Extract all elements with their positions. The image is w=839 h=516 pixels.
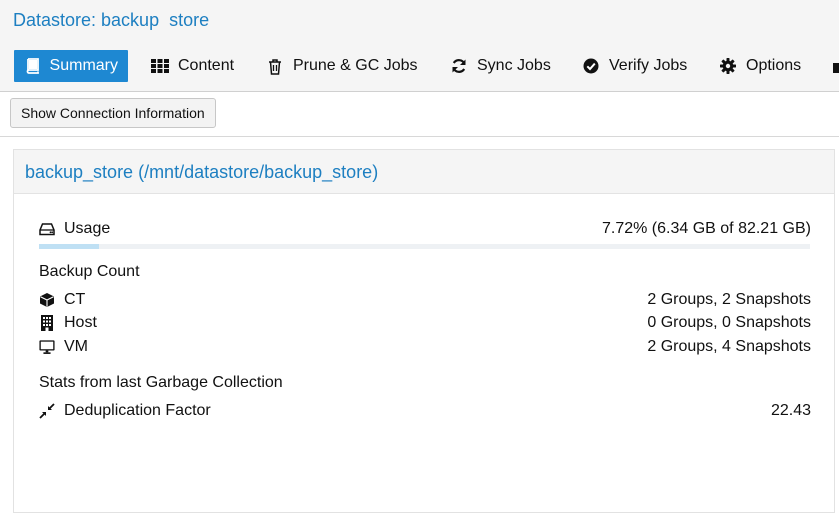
cube-icon: [39, 292, 55, 308]
grid-icon: [151, 57, 169, 75]
page-title: Datastore: backup store: [13, 10, 210, 30]
backup-count-row-ct: CT 2 Groups, 2 Snapshots: [39, 291, 811, 309]
toolbar: Show Connection Information: [0, 92, 839, 137]
tab-verify-jobs[interactable]: Verify Jobs: [582, 50, 687, 82]
tab-summary[interactable]: Summary: [14, 50, 128, 82]
dedup-factor-value: 22.43: [770, 402, 811, 419]
tab-options[interactable]: Options: [719, 50, 801, 82]
tab-sync-jobs-label: Sync Jobs: [477, 57, 551, 74]
check-circle-icon: [582, 57, 600, 75]
usage-progress-fill: [39, 244, 99, 249]
header: Datastore: backup store Summary Content …: [0, 0, 839, 92]
tab-bar: Summary Content Prune & GC Jobs Sync Job…: [0, 50, 839, 83]
show-connection-information-button[interactable]: Show Connection Information: [10, 98, 216, 128]
book-icon: [24, 57, 41, 75]
sync-icon: [450, 57, 468, 75]
host-label: Host: [64, 314, 97, 331]
ct-value: 2 Groups, 2 Snapshots: [647, 291, 811, 308]
dedup-factor-label: Deduplication Factor: [64, 402, 211, 419]
ct-label: CT: [64, 291, 86, 308]
tab-verify-jobs-label: Verify Jobs: [609, 57, 688, 74]
tab-options-label: Options: [746, 57, 802, 74]
tab-prune-gc-jobs-label: Prune & GC Jobs: [293, 57, 418, 74]
dedup-factor-row: Deduplication Factor 22.43: [39, 402, 811, 420]
tab-sync-jobs[interactable]: Sync Jobs: [450, 50, 551, 82]
usage-row: Usage 7.72% (6.34 GB of 82.21 GB): [39, 220, 811, 238]
tab-prune-gc-jobs[interactable]: Prune & GC Jobs: [266, 50, 418, 82]
hdd-icon: [39, 221, 55, 237]
trash-icon: [266, 57, 284, 75]
usage-progress-bar: [39, 244, 810, 249]
panel-header: backup_store (/mnt/datastore/backup_stor…: [14, 150, 834, 194]
gc-stats-heading: Stats from last Garbage Collection: [39, 374, 283, 391]
backup-count-heading: Backup Count: [39, 263, 140, 280]
tab-content-label: Content: [178, 57, 235, 74]
backup-count-row-host: Host 0 Groups, 0 Snapshots: [39, 314, 811, 332]
usage-label: Usage: [64, 220, 111, 237]
desktop-icon: [39, 339, 55, 355]
tab-summary-label: Summary: [49, 57, 118, 74]
gear-icon: [719, 57, 737, 75]
compress-icon: [39, 403, 55, 419]
datastore-summary-panel: backup_store (/mnt/datastore/backup_stor…: [13, 149, 835, 513]
tab-overflow-indicator[interactable]: [833, 63, 839, 73]
panel-title: backup_store (/mnt/datastore/backup_stor…: [25, 162, 379, 182]
tab-content[interactable]: Content: [151, 50, 234, 82]
usage-value: 7.72% (6.34 GB of 82.21 GB): [601, 220, 811, 237]
vm-label: VM: [64, 338, 88, 355]
vm-value: 2 Groups, 4 Snapshots: [647, 338, 811, 355]
backup-count-row-vm: VM 2 Groups, 4 Snapshots: [39, 338, 811, 356]
host-value: 0 Groups, 0 Snapshots: [647, 314, 811, 331]
building-icon: [39, 315, 55, 331]
